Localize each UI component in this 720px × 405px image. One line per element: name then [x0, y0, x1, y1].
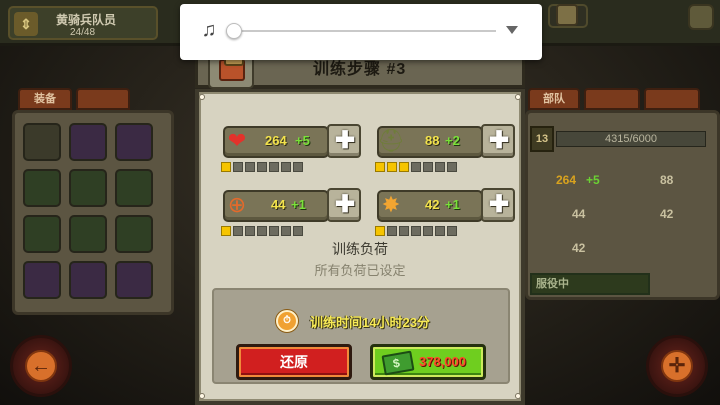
stat-bonus: +2	[445, 133, 460, 148]
buy-price: 378,000	[419, 354, 466, 369]
inventory-slot[interactable]	[115, 123, 153, 161]
player-name: 黄骑兵队员	[56, 13, 117, 27]
unit-level-badge: 13	[530, 126, 554, 152]
stat-slot-armor: ⛑ 88 +2 ✚	[375, 124, 517, 174]
inventory-slot[interactable]	[23, 169, 61, 207]
plus-icon: ✚	[489, 191, 510, 218]
xp-bar: 4315/6000	[556, 131, 706, 147]
helmet-icon: ⛑	[377, 128, 405, 153]
add-health-button[interactable]: ✚	[327, 124, 361, 158]
music-bar: ♫	[180, 4, 542, 60]
tab-left-2[interactable]	[76, 88, 130, 110]
settings-gear-icon[interactable]	[688, 4, 714, 30]
add-armor-button[interactable]: ✚	[481, 124, 515, 158]
stat-value: 264	[265, 133, 287, 148]
stat-bonus: +5	[295, 133, 310, 148]
music-note-icon: ♫	[201, 19, 217, 41]
chevron-down-icon[interactable]	[506, 26, 518, 34]
inventory-panel	[12, 110, 174, 315]
training-load-title: 训练负荷	[332, 241, 388, 257]
add-currency-button[interactable]	[556, 4, 578, 26]
plus-icon: ✚	[335, 191, 356, 218]
inventory-slot[interactable]	[115, 169, 153, 207]
plus-icon: ✚	[335, 127, 356, 154]
crosshair-icon: ✛	[661, 350, 693, 382]
reset-button[interactable]: 还原	[236, 344, 352, 380]
stopwatch-icon: ⏱	[276, 310, 298, 332]
arrow-left-icon: ←	[25, 350, 57, 382]
stat-slot-health: ❤ 264 +5 ✚	[221, 124, 363, 174]
volume-track[interactable]	[234, 30, 496, 32]
stat-value: 88	[425, 133, 440, 148]
bg-stat-health-bonus: +5	[586, 173, 600, 187]
inventory-slot[interactable]	[69, 169, 107, 207]
tab-troops[interactable]: 部队	[528, 88, 580, 110]
player-info[interactable]: ⇕ 黄骑兵队员 24/48	[8, 6, 158, 40]
reset-button-label: 还原	[280, 354, 308, 370]
training-timer: ⏱ 训练时间14小时23分	[276, 310, 476, 332]
cash-icon	[381, 350, 415, 376]
training-load-subtitle: 所有负荷已设定	[314, 263, 406, 278]
volume-slider-handle[interactable]	[226, 23, 242, 39]
rank-icon: ⇕	[14, 12, 38, 36]
explosion-icon: ✸	[381, 192, 401, 217]
stat-bonus: +1	[291, 197, 306, 212]
bg-stat-health: 264	[556, 173, 577, 187]
player-level: 24/48	[70, 27, 96, 38]
stat-value: 42	[425, 197, 440, 212]
battle-button[interactable]: ✛	[646, 335, 708, 397]
bg-stat-aim: 44	[572, 207, 586, 221]
add-damage-button[interactable]: ✚	[481, 188, 515, 222]
inventory-slot[interactable]	[69, 123, 107, 161]
add-aim-button[interactable]: ✚	[327, 188, 361, 222]
training-action-box: ⏱ 训练时间14小时23分 还原 378,000	[212, 288, 510, 384]
plus-icon: ✚	[489, 127, 510, 154]
tab-right-3[interactable]	[644, 88, 700, 110]
tab-equipment[interactable]: 装备	[18, 88, 72, 110]
stat-bonus: +1	[445, 197, 460, 212]
training-time-text: 训练时间14小时23分	[310, 315, 430, 330]
heart-icon: ❤	[227, 128, 247, 153]
back-button[interactable]: ←	[10, 335, 72, 397]
stat-value: 44	[271, 197, 286, 212]
stat-slot-aim: ⊕ 44 +1 ✚	[221, 188, 363, 238]
stat-slot-damage: ✸ 42 +1 ✚	[375, 188, 517, 238]
tab-right-2[interactable]	[584, 88, 640, 110]
buy-training-button[interactable]: 378,000	[370, 344, 486, 380]
target-icon: ⊕	[227, 192, 247, 217]
bg-stat-damage: 42	[660, 207, 674, 221]
bg-stat-armor: 88	[660, 173, 674, 187]
inventory-slot[interactable]	[23, 123, 61, 161]
